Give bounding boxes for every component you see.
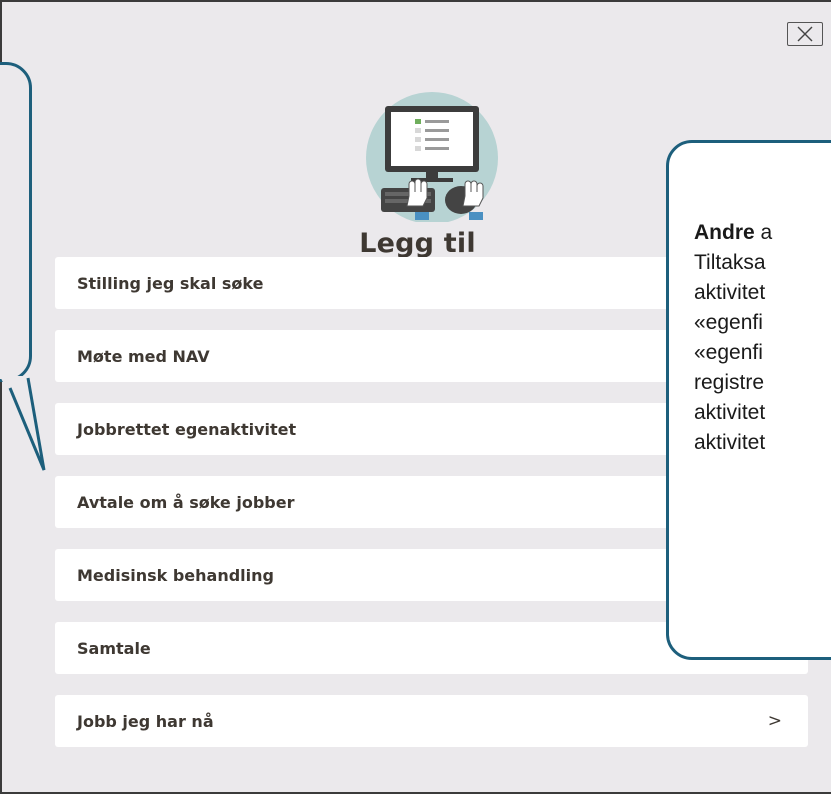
callout-left — [0, 62, 32, 382]
close-icon — [797, 26, 813, 42]
callout-line: aktivitet — [694, 281, 766, 304]
callout-text: Andre a Tiltaksa aktivitet «egenfi «egen… — [694, 218, 772, 458]
computer-keyboard-illustration — [349, 92, 515, 224]
callout-heading-bold: Andre — [694, 221, 755, 244]
list-item-label: Jobb jeg har nå — [77, 711, 214, 731]
callout-line: «egenfi — [694, 311, 763, 334]
callout-heading-rest: a — [754, 221, 773, 244]
list-item-label: Samtale — [77, 638, 151, 658]
list-item[interactable]: Jobb jeg har nå > — [55, 695, 808, 747]
callout-right: Andre a Tiltaksa aktivitet «egenfi «egen… — [666, 140, 831, 660]
callout-line: aktivitet — [694, 431, 766, 454]
callout-line: registre — [694, 371, 765, 394]
list-item-label: Stilling jeg skal søke — [77, 273, 264, 293]
chevron-right-icon: > — [767, 711, 782, 731]
list-item-label: Jobbrettet egenaktivitet — [77, 419, 297, 439]
callout-left-tail — [0, 376, 46, 471]
callout-line: «egenfi — [694, 341, 763, 364]
close-button[interactable] — [787, 22, 823, 46]
callout-line: Tiltaksa — [694, 251, 766, 274]
list-item-label: Medisinsk behandling — [77, 565, 274, 585]
list-item-label: Møte med NAV — [77, 346, 210, 366]
list-item-label: Avtale om å søke jobber — [77, 492, 295, 512]
callout-line: aktivitet — [694, 401, 766, 424]
